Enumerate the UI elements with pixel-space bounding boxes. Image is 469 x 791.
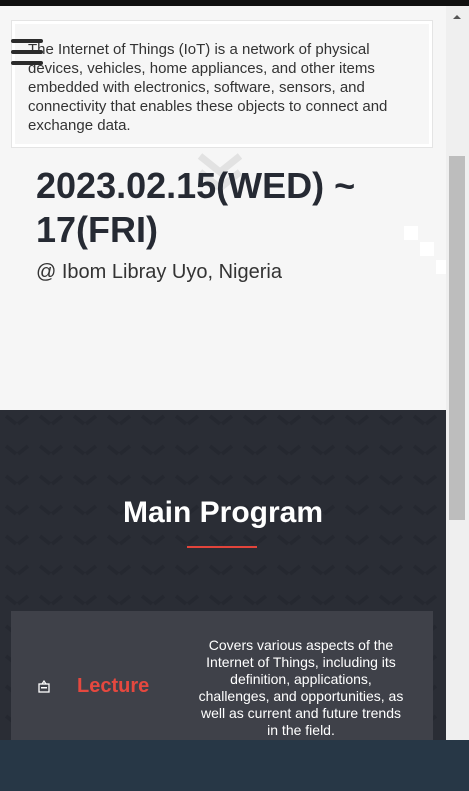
scrollbar-thumb[interactable] [449,156,465,520]
card-title: Lecture [77,675,150,697]
event-date: 2023.02.15(WED) ~ 17(FRI) [36,165,356,250]
title-underline [187,546,257,548]
program-title: Main Program [122,496,324,529]
intro-text: The Internet of Things (IoT) is a networ… [28,41,388,134]
program-card-lecture[interactable]: Lecture Covers various aspects of the In… [11,611,433,740]
hamburger-menu-icon [11,39,43,43]
main-program-section: Main Program Lecture Covers various aspe… [0,410,446,740]
scroll-up-arrow-icon[interactable] [449,10,465,24]
footer-bar [0,740,469,791]
presentation-icon [38,679,50,694]
event-location: @ Ibom Libray Uyo, Nigeria [36,261,282,283]
card-description: Covers various aspects of the Internet o… [198,637,404,738]
hamburger-menu-button[interactable] [11,39,45,69]
hamburger-menu-icon-bar [11,61,43,65]
hamburger-menu-icon-bar [11,50,43,54]
